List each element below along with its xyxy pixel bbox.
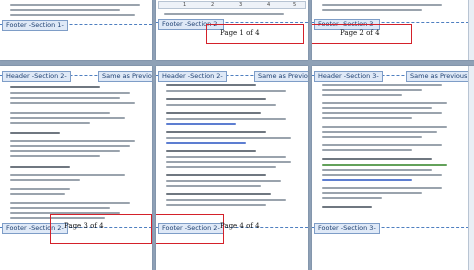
text-line — [322, 117, 412, 119]
text-line — [166, 166, 276, 168]
text-line — [166, 161, 291, 163]
footer-section-tag: Footer -Section 1- — [2, 20, 68, 31]
text-line — [322, 89, 422, 91]
page-thumbnail-3[interactable]: Footer -Section 3- Page 2 of 4 — [312, 0, 474, 60]
text-line — [166, 98, 266, 100]
text-line — [166, 156, 286, 158]
text-line — [10, 92, 130, 94]
text-line — [322, 126, 447, 128]
ruler-number: 5 — [293, 2, 297, 8]
text-line — [10, 193, 65, 195]
text-line — [322, 9, 422, 11]
text-line — [322, 144, 442, 146]
same-as-previous-tag: Same as Previous — [98, 71, 152, 82]
same-as-previous-tag: Same as Previous — [406, 71, 472, 82]
page-number-field[interactable]: Page 2 of 4 — [340, 29, 380, 37]
text-line — [322, 169, 432, 171]
text-line — [322, 164, 447, 166]
link-line[interactable] — [166, 142, 246, 144]
vertical-ruler — [468, 0, 474, 60]
text-line — [164, 13, 284, 15]
page-number-highlight — [156, 214, 224, 244]
text-line — [10, 202, 130, 204]
text-line — [166, 90, 286, 92]
text-line — [10, 4, 140, 6]
text-line — [10, 150, 120, 152]
text-line — [10, 86, 100, 88]
ruler-number: 1 — [183, 2, 187, 8]
text-line — [166, 131, 266, 133]
text-line — [10, 132, 60, 134]
header-section-tag: Header -Section 3- — [314, 71, 383, 82]
text-line — [322, 192, 422, 194]
page-thumbnail-2[interactable]: Footer -Section 2- Page 1 of 4 — [156, 0, 308, 60]
text-line — [10, 145, 130, 147]
page-thumbnail-6[interactable]: Header -Section 3- Same as Previous Foot… — [312, 66, 474, 270]
text-line — [10, 97, 120, 99]
text-line — [322, 131, 437, 133]
page-number-field[interactable]: Page 3 of 4 — [64, 222, 104, 230]
page-thumbnail-1[interactable]: Footer -Section 1- — [0, 0, 152, 60]
text-line — [10, 9, 120, 11]
page-thumbnail-5[interactable]: Header -Section 2- Same as Previous Foot… — [156, 66, 308, 270]
text-line — [10, 14, 135, 16]
footer-section-tag: Footer -Section 3- — [314, 223, 380, 234]
ruler-number: 2 — [211, 2, 215, 8]
text-line — [10, 122, 90, 124]
text-line — [166, 137, 291, 139]
text-line — [10, 207, 110, 209]
page-number-field[interactable]: Page 4 of 4 — [220, 222, 260, 230]
text-line — [166, 193, 271, 195]
text-line — [166, 199, 286, 201]
text-line — [322, 158, 432, 160]
text-line — [166, 174, 266, 176]
text-line — [322, 206, 372, 208]
text-line — [322, 112, 442, 114]
text-line — [10, 117, 125, 119]
text-line — [166, 118, 286, 120]
text-line — [322, 174, 442, 176]
text-line — [10, 112, 110, 114]
text-line — [166, 204, 266, 206]
text-line — [166, 185, 261, 187]
text-line — [322, 84, 442, 86]
text-line — [10, 166, 70, 168]
page-number-field[interactable]: Page 1 of 4 — [220, 29, 260, 37]
header-section-tag: Header -Section 2- — [2, 71, 71, 82]
vertical-ruler — [468, 66, 474, 270]
text-line — [166, 150, 256, 152]
text-line — [166, 112, 261, 114]
link-line[interactable] — [322, 179, 412, 181]
text-line — [166, 180, 281, 182]
text-line — [10, 179, 80, 181]
horizontal-ruler[interactable]: 1 2 3 4 5 — [158, 1, 306, 9]
same-as-previous-tag: Same as Previous — [254, 71, 308, 82]
text-line — [166, 84, 256, 86]
link-line[interactable] — [166, 123, 236, 125]
text-line — [10, 174, 125, 176]
text-line — [322, 197, 382, 199]
text-line — [322, 136, 422, 138]
text-line — [322, 4, 442, 6]
text-line — [10, 140, 135, 142]
text-line — [322, 94, 402, 96]
text-line — [322, 102, 447, 104]
header-section-tag: Header -Section 2- — [158, 71, 227, 82]
text-line — [166, 104, 276, 106]
text-line — [322, 187, 442, 189]
text-line — [10, 102, 135, 104]
ruler-number: 3 — [239, 2, 243, 8]
text-line — [10, 155, 100, 157]
ruler-number: 4 — [267, 2, 271, 8]
text-line — [322, 107, 432, 109]
text-line — [10, 188, 70, 190]
text-line — [322, 149, 412, 151]
page-thumbnail-4[interactable]: Header -Section 2- Same as Previous Foot… — [0, 66, 152, 270]
